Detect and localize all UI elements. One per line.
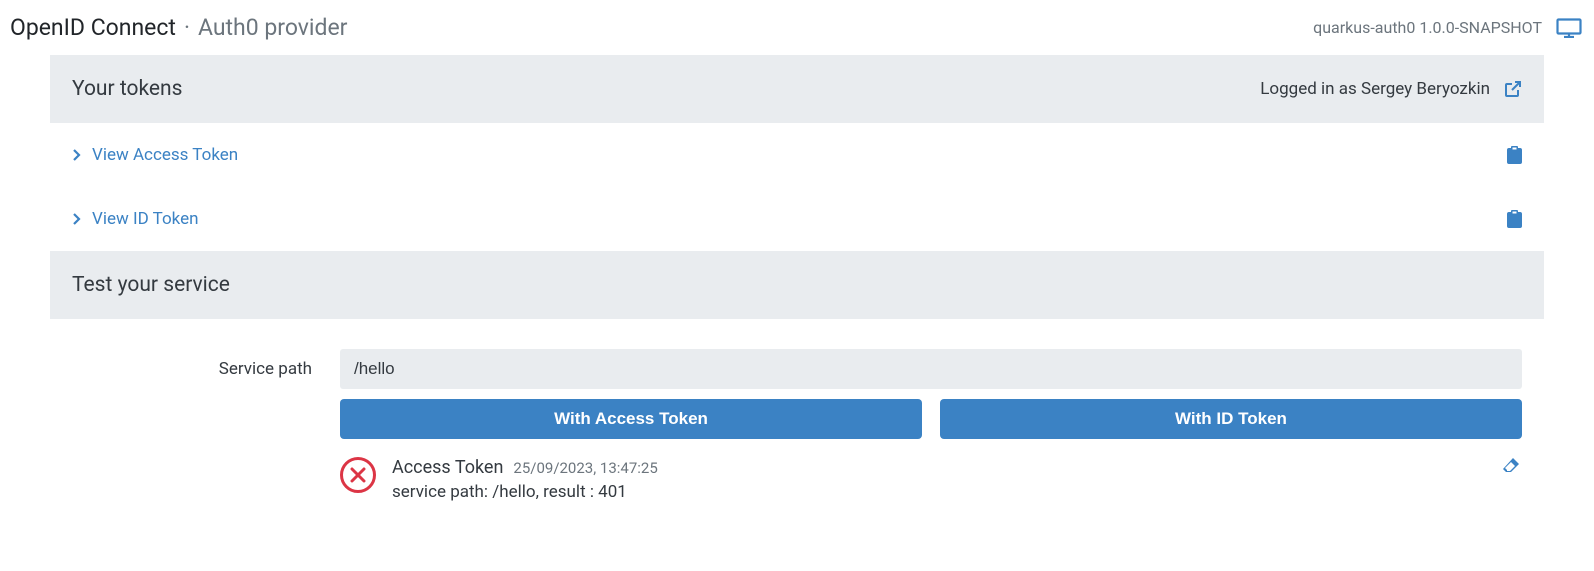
content: Your tokens Logged in as Sergey Beryozki… [0,55,1594,502]
result-actions [1502,457,1522,477]
test-button-row: With Access Token With ID Token [340,399,1522,439]
result-line: service path: /hello, result : 401 [392,482,1486,502]
service-path-row: Service path [72,349,1522,389]
chevron-right-icon [72,148,82,162]
with-id-token-button[interactable]: With ID Token [940,399,1522,439]
eraser-icon[interactable] [1502,457,1520,473]
test-panel-header: Test your service [50,251,1544,319]
page-header: OpenID Connect · Auth0 provider quarkus-… [0,0,1594,55]
service-path-label: Service path [72,359,312,379]
page-header-right: quarkus-auth0 1.0.0-SNAPSHOT [1313,18,1582,38]
token-row-access: View Access Token [50,123,1544,187]
page-header-left: OpenID Connect · Auth0 provider [10,14,347,41]
result-body: Access Token 25/09/2023, 13:47:25 servic… [392,457,1486,502]
page-subtitle: Auth0 provider [198,14,348,41]
token-row-id: View ID Token [50,187,1544,251]
tokens-panel-right: Logged in as Sergey Beryozkin [1260,79,1522,99]
result-timestamp: 25/09/2023, 13:47:25 [513,459,657,477]
logged-in-text: Logged in as Sergey Beryozkin [1260,79,1490,99]
desktop-icon[interactable] [1556,18,1582,38]
clipboard-icon[interactable] [1507,210,1522,228]
result-heading: Access Token 25/09/2023, 13:47:25 [392,457,1486,478]
view-id-token-label: View ID Token [92,209,199,229]
with-access-token-button[interactable]: With Access Token [340,399,922,439]
title-separator: · [184,14,190,41]
service-path-input[interactable] [340,349,1522,389]
view-access-token-label: View Access Token [92,145,238,165]
test-form: Service path With Access Token With ID T… [50,319,1544,502]
test-panel-title: Test your service [72,273,230,297]
clipboard-icon[interactable] [1507,146,1522,164]
view-id-token-link[interactable]: View ID Token [72,209,199,229]
result-row: Access Token 25/09/2023, 13:47:25 servic… [340,457,1522,502]
tokens-panel-header: Your tokens Logged in as Sergey Beryozki… [50,55,1544,123]
chevron-right-icon [72,212,82,226]
page-title: OpenID Connect [10,14,176,41]
error-icon [340,457,376,493]
app-info: quarkus-auth0 1.0.0-SNAPSHOT [1313,18,1542,37]
x-icon [350,467,366,483]
result-token-type: Access Token [392,457,503,478]
view-access-token-link[interactable]: View Access Token [72,145,238,165]
external-link-icon[interactable] [1504,80,1522,98]
tokens-panel-title: Your tokens [72,77,182,101]
